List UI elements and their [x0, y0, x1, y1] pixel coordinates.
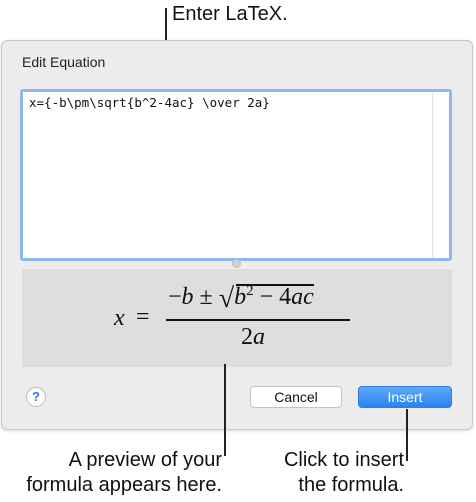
formula-preview: x = −b ± √b2 − 4ac 2a [22, 269, 452, 367]
formula-fraction-bar [166, 319, 350, 321]
formula-two: 2 [241, 324, 253, 350]
formula-radicand-b: b [234, 284, 247, 310]
formula-ac: ac [291, 284, 314, 310]
formula-a: a [253, 324, 265, 350]
formula-radical-sign: √ [218, 283, 235, 314]
insert-button[interactable]: Insert [358, 386, 452, 408]
callout-insert-line2: the formula. [298, 474, 404, 496]
formula-equals: = [136, 304, 150, 330]
formula-render: x = −b ± √b2 − 4ac 2a [114, 275, 374, 363]
formula-denominator: 2a [241, 324, 265, 351]
callout-preview-line2: formula appears here. [26, 474, 222, 496]
resize-handle[interactable] [232, 259, 241, 268]
formula-b: b [181, 284, 194, 310]
formula-minus-four: − 4 [253, 284, 292, 310]
formula-plus-minus: ± [193, 284, 219, 310]
cancel-button[interactable]: Cancel [250, 386, 342, 408]
callout-line-insert [406, 409, 408, 461]
formula-vinculum [235, 284, 314, 286]
dialog-title: Edit Equation [22, 54, 106, 70]
callout-insert-line1: Click to insert [283, 449, 404, 471]
screenshot-stage: Enter LaTeX. Edit Equation x = −b ± √b2 … [0, 0, 476, 502]
help-button[interactable]: ? [26, 387, 46, 407]
callout-line-preview [224, 364, 226, 456]
formula-numerator: −b ± √b2 − 4ac [168, 283, 314, 315]
latex-input[interactable] [20, 89, 452, 261]
edit-equation-dialog: Edit Equation x = −b ± √b2 − 4ac 2a ? Ca… [1, 40, 473, 430]
formula-sqrt: √b2 − 4ac [219, 283, 314, 315]
formula-minus: − [168, 284, 182, 310]
latex-input-scroll-track [432, 92, 433, 258]
formula-lhs: x [114, 305, 125, 331]
callout-enter-latex: Enter LaTeX. [172, 3, 288, 25]
callout-preview-line1: A preview of your [68, 449, 222, 471]
